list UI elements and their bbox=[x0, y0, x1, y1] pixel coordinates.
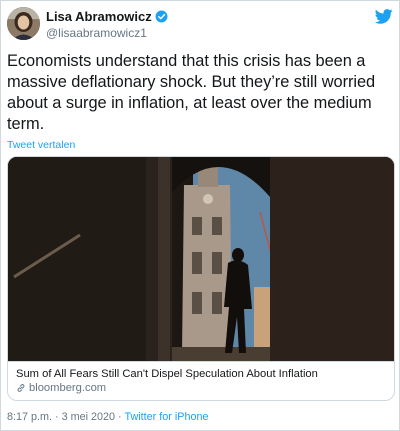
meta-separator: · bbox=[55, 411, 59, 423]
card-footer[interactable]: Sum of All Fears Still Can't Dispel Spec… bbox=[8, 361, 394, 400]
tweet-header: Lisa Abramowicz @lisaabramowicz1 bbox=[7, 7, 395, 43]
card-title[interactable]: Sum of All Fears Still Can't Dispel Spec… bbox=[16, 367, 386, 381]
verified-badge-icon bbox=[155, 10, 168, 23]
card-domain[interactable]: bloomberg.com bbox=[29, 382, 106, 394]
name-row: Lisa Abramowicz bbox=[46, 9, 168, 24]
translate-tweet-link[interactable]: Tweet vertalen bbox=[7, 139, 75, 151]
link-icon bbox=[17, 384, 25, 392]
twitter-bird-icon[interactable] bbox=[375, 9, 393, 24]
tweet-time[interactable]: 8:17 p.m. bbox=[7, 411, 52, 423]
user-handle[interactable]: @lisaabramowicz1 bbox=[46, 26, 147, 40]
tweet-text: Economists understand that this crisis h… bbox=[7, 52, 376, 133]
card-domain-row: bloomberg.com bbox=[16, 382, 386, 394]
tweet-meta: 8:17 p.m. · 3 mei 2020 · Twitter for iPh… bbox=[7, 411, 208, 423]
card-image[interactable] bbox=[8, 157, 394, 361]
avatar[interactable] bbox=[7, 7, 40, 40]
link-card[interactable]: Sum of All Fears Still Can't Dispel Spec… bbox=[7, 156, 395, 401]
tweet-embed: Lisa Abramowicz @lisaabramowicz1 Economi… bbox=[0, 0, 400, 431]
tweet-source-link[interactable]: Twitter for iPhone bbox=[124, 411, 208, 423]
avatar-photo bbox=[7, 7, 40, 40]
meta-separator: · bbox=[118, 411, 122, 423]
display-name[interactable]: Lisa Abramowicz bbox=[46, 9, 152, 24]
tweet-date[interactable]: 3 mei 2020 bbox=[62, 411, 115, 423]
